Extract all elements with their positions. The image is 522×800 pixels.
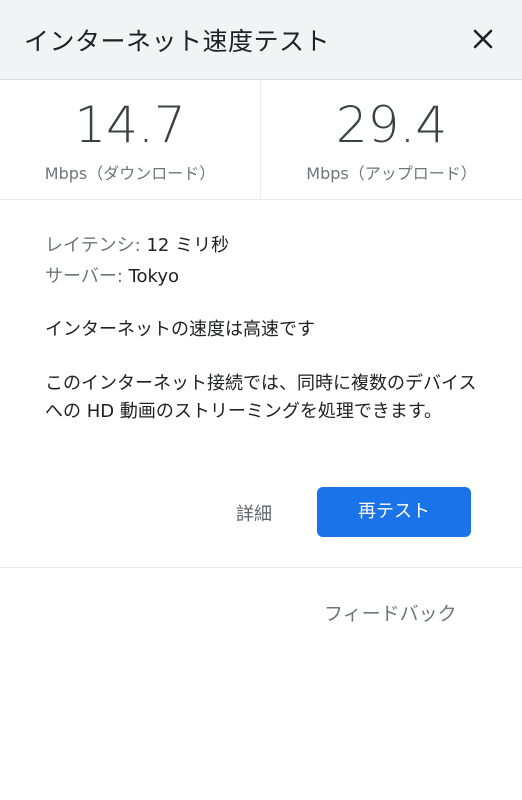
- header: インターネット速度テスト: [0, 0, 522, 80]
- download-result: 14.7 Mbps（ダウンロード）: [0, 80, 261, 200]
- details-button[interactable]: 詳細: [236, 500, 272, 526]
- server-key: サーバー:: [45, 266, 129, 287]
- close-icon: [473, 29, 493, 49]
- server-row: サーバー: Tokyo: [45, 263, 485, 294]
- retest-button[interactable]: 再テスト: [317, 487, 471, 537]
- upload-result: 29.4 Mbps（アップロード）: [261, 80, 522, 200]
- download-speed-value: 14.7: [74, 96, 186, 154]
- upload-speed-value: 29.4: [335, 96, 448, 154]
- speed-summary: インターネットの速度は高速です: [45, 319, 315, 340]
- server-value: Tokyo: [128, 266, 180, 287]
- download-speed-label: Mbps（ダウンロード）: [44, 164, 216, 183]
- latency-key: レイテンシ:: [45, 235, 147, 256]
- test-details: レイテンシ: 12 ミリ秒 サーバー: Tokyo: [45, 232, 485, 294]
- feedback-link[interactable]: フィードバック: [324, 599, 457, 626]
- page-title: インターネット速度テスト: [24, 27, 331, 56]
- speed-description: このインターネット接続では、同時に複数のデバイスへの HD 動画のストリーミング…: [45, 373, 477, 422]
- divider: [0, 567, 522, 568]
- latency-value: 12 ミリ秒: [146, 235, 230, 256]
- latency-row: レイテンシ: 12 ミリ秒: [45, 232, 485, 263]
- close-button[interactable]: [466, 22, 500, 56]
- speed-results: 14.7 Mbps（ダウンロード） 29.4 Mbps（アップロード）: [0, 80, 522, 200]
- upload-speed-label: Mbps（アップロード）: [306, 164, 477, 183]
